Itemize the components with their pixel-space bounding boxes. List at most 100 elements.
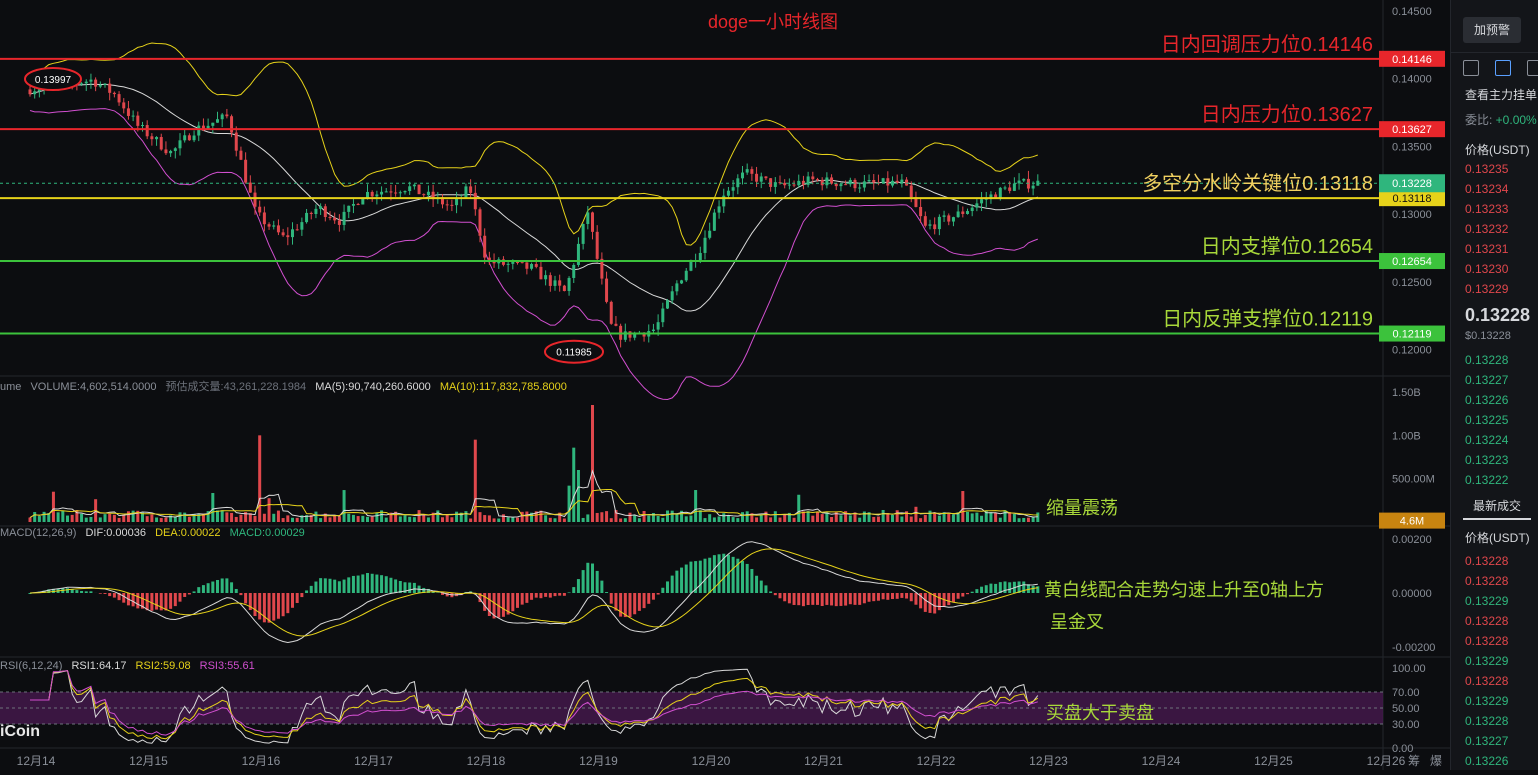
volume-bar	[755, 517, 758, 522]
layout-icon-2[interactable]	[1495, 60, 1511, 76]
macd-bar	[638, 593, 641, 611]
candle-body	[338, 220, 341, 225]
volume-bar	[282, 518, 285, 522]
candle-body	[521, 262, 524, 263]
volume-bar	[619, 518, 622, 522]
volume-bar	[113, 515, 116, 522]
candle-body	[511, 262, 514, 264]
macd-bar	[357, 576, 360, 593]
ask-row[interactable]: 0.13232	[1465, 222, 1508, 236]
macd-bar	[136, 593, 139, 608]
candle-body	[685, 271, 688, 281]
macd-bar	[985, 585, 988, 593]
candle-body	[689, 261, 692, 271]
bid-row[interactable]: 0.13224	[1465, 433, 1508, 447]
macd-bar	[502, 593, 505, 617]
volume-bar	[1004, 510, 1007, 522]
x-axis-label: 12月25	[1254, 754, 1293, 768]
bid-row[interactable]: 0.13227	[1465, 373, 1508, 387]
macd-bar	[868, 593, 871, 602]
bid-row[interactable]: 0.13223	[1465, 453, 1508, 467]
candle-body	[868, 180, 871, 181]
candle-body	[183, 135, 186, 140]
volume-bar	[197, 513, 200, 522]
candle-body	[961, 211, 964, 214]
volume-bar	[511, 517, 514, 522]
layout-icon-3[interactable]	[1527, 60, 1538, 76]
bid-row[interactable]: 0.13222	[1465, 473, 1508, 487]
candle-body	[235, 133, 238, 151]
macd-bar	[169, 593, 172, 609]
candle-body	[296, 229, 299, 230]
bid-row[interactable]: 0.13228	[1465, 353, 1508, 367]
candle-body	[188, 135, 191, 140]
macd-bar	[769, 591, 772, 593]
candle-body	[249, 183, 252, 193]
volume-bar	[647, 516, 650, 522]
macd-bar	[319, 578, 322, 593]
candle-body	[282, 232, 285, 235]
candle-body	[225, 114, 228, 116]
ask-row[interactable]: 0.13231	[1465, 242, 1508, 256]
candle-body	[750, 169, 753, 174]
volume-bar	[361, 516, 364, 522]
ask-row[interactable]: 0.13233	[1465, 202, 1508, 216]
volume-bar	[155, 517, 158, 522]
level-tag-text: 0.13627	[1392, 124, 1432, 136]
volume-bar	[694, 490, 697, 522]
macd-bar	[183, 593, 186, 597]
volume-bar	[99, 517, 102, 522]
candle-body	[141, 125, 144, 126]
candle-body	[999, 188, 1002, 199]
volume-tag-text: 4.6M	[1400, 516, 1424, 528]
volume-tick: 500.00M	[1392, 474, 1435, 486]
volume-note: 缩量震荡	[1046, 498, 1118, 518]
volume-bar	[408, 517, 411, 522]
ask-row[interactable]: 0.13230	[1465, 262, 1508, 276]
candle-body	[469, 186, 472, 192]
volume-bar	[882, 510, 885, 522]
macd-bar	[680, 568, 683, 593]
candle-body	[586, 212, 589, 224]
bid-row[interactable]: 0.13225	[1465, 413, 1508, 427]
candle-body	[525, 262, 528, 268]
add-alert-button[interactable]: 加预警	[1463, 17, 1521, 43]
candle-body	[464, 186, 467, 197]
candle-body	[1022, 179, 1025, 181]
candle-body	[863, 181, 866, 187]
ask-row[interactable]: 0.13234	[1465, 182, 1508, 196]
level-tag-text: 0.14146	[1392, 54, 1432, 66]
volume-bar	[347, 514, 350, 522]
volume-bar	[952, 514, 955, 522]
volume-bar	[338, 516, 341, 522]
ask-row[interactable]: 0.13235	[1465, 162, 1508, 176]
volume-info: ume VOLUME:4,602,514.0000 预估成交量:43,261,2…	[0, 378, 573, 394]
candle-body	[446, 204, 449, 205]
volume-value: VOLUME:4,602,514.0000	[30, 381, 156, 393]
macd-bar	[361, 574, 364, 593]
candle-body	[610, 302, 613, 324]
trade-row: 0.13228	[1465, 674, 1508, 688]
macd-bar	[746, 564, 749, 593]
candle-body	[896, 181, 899, 183]
macd-bar	[732, 557, 735, 593]
volume-bar	[483, 515, 486, 522]
volume-bar	[783, 515, 786, 522]
bid-row[interactable]: 0.13226	[1465, 393, 1508, 407]
candle-body	[324, 206, 327, 217]
x-axis-label: 12月24	[1142, 754, 1181, 768]
layout-icon-1[interactable]	[1463, 60, 1479, 76]
ask-row[interactable]: 0.13229	[1465, 282, 1508, 296]
volume-bar	[591, 405, 594, 522]
volume-bar	[314, 512, 317, 522]
kline-chart[interactable]: 0.145000.140000.135000.130000.125000.120…	[0, 0, 1450, 770]
order-sidebar: · · · · · · 加预警 查看主力挂单 委比: +0.00% 价格(USD…	[1450, 0, 1538, 770]
latest-trades-title[interactable]: 最新成交	[1473, 497, 1521, 514]
macd-bar	[816, 593, 819, 605]
candle-body	[854, 180, 857, 188]
macd-bar	[1036, 586, 1039, 593]
volume-bar	[1022, 518, 1025, 522]
candle-body	[389, 191, 392, 192]
candle-body	[127, 108, 130, 116]
candle-body	[239, 151, 242, 160]
